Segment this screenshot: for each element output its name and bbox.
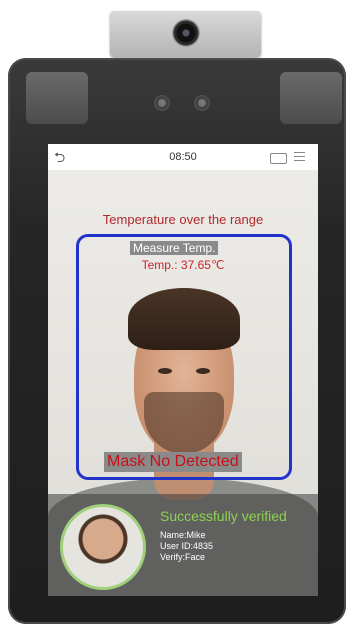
device-screen: ⮌ 08:50 Temperature over the range Measu… [48, 144, 318, 596]
keyboard-icon[interactable] [270, 153, 287, 164]
menu-icon[interactable] [294, 152, 305, 162]
right-sensor-window [280, 72, 342, 124]
camera-view: Temperature over the range Measure Temp.… [48, 170, 318, 596]
verification-panel: Successfully verified Name:Mike User ID:… [48, 494, 318, 596]
user-name: Name:Mike [160, 530, 206, 540]
temperature-warning: Temperature over the range [102, 212, 264, 227]
ir-sensor-icon [194, 95, 210, 111]
temperature-value: Temp.: 37.65℃ [141, 258, 225, 272]
verify-method: Verify:Face [160, 552, 206, 562]
measure-temp-label: Measure Temp. [130, 241, 219, 255]
mask-status: Mask No Detected [104, 452, 242, 472]
left-sensor-window [26, 72, 88, 124]
status-bar: ⮌ 08:50 [48, 144, 318, 171]
camera-lens-icon [172, 19, 200, 47]
ir-sensor-icon [154, 95, 170, 111]
avatar [60, 504, 146, 590]
verification-title: Successfully verified [160, 508, 287, 524]
top-camera-module [110, 11, 261, 57]
user-id: User ID:4835 [160, 541, 214, 551]
